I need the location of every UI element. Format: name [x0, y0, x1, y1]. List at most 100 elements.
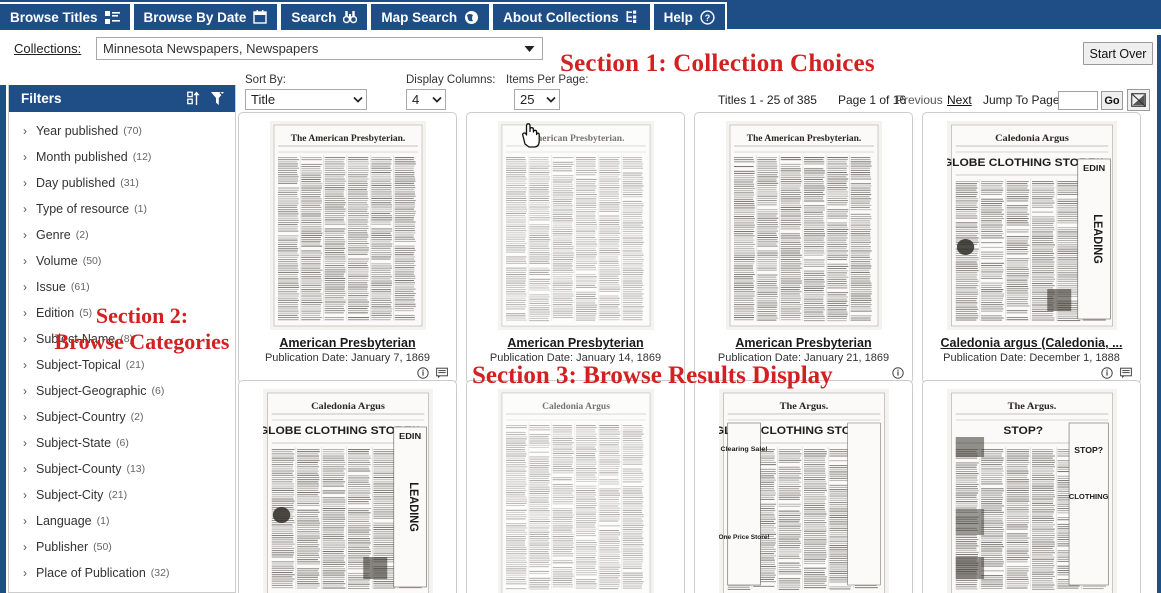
filter-label: Subject-Country — [36, 410, 126, 424]
filter-label: Year published — [36, 124, 119, 138]
svg-text:The Argus.: The Argus. — [1007, 401, 1056, 412]
chevron-right-icon: › — [23, 124, 27, 138]
next-page-link[interactable]: Next — [947, 93, 972, 107]
result-card[interactable]: Caledonia Argus GLOBE CLOTHING STORE!! EDI… — [238, 380, 457, 593]
binoculars-icon — [343, 10, 358, 24]
citation-icon[interactable] — [1120, 367, 1132, 379]
jump-to-page-label: Jump To Page: — [983, 93, 1063, 107]
jump-to-page-input[interactable] — [1058, 91, 1098, 110]
info-icon[interactable] — [1101, 367, 1113, 379]
newspaper-thumbnail[interactable]: Caledonia Argus GLOBE CLOTHING STORE!! EDI… — [262, 389, 433, 593]
result-card[interactable]: American Presbyterian. American Presbyter… — [466, 112, 685, 384]
filter-label: Volume — [36, 254, 78, 268]
filter-count: (61) — [70, 281, 90, 293]
result-card[interactable]: Caledonia Argus GLOBE CLOTHING STORE!! EDI… — [922, 112, 1141, 384]
svg-text:EDIN: EDIN — [399, 431, 421, 441]
result-title-link[interactable]: American Presbyterian — [239, 336, 456, 350]
nav-tab-help[interactable]: Help ? — [651, 2, 727, 30]
filter-count: (21) — [125, 359, 145, 371]
filter-row[interactable]: › Subject-State (6) — [9, 430, 235, 456]
chevron-right-icon: › — [23, 384, 27, 398]
display-columns-select[interactable]: 4 — [406, 89, 446, 110]
svg-text:LEADING: LEADING — [406, 482, 419, 532]
filter-label: Issue — [36, 280, 66, 294]
result-title-link[interactable]: Caledonia argus (Caledonia, ... — [923, 336, 1140, 350]
svg-text:LEADING: LEADING — [1090, 214, 1103, 264]
thumbnail-toggle-icon[interactable] — [1127, 89, 1150, 111]
collections-select[interactable]: Minnesota Newspapers, Newspapers — [96, 37, 543, 60]
nav-tab-map-search[interactable]: Map Search — [369, 2, 492, 30]
newspaper-thumbnail[interactable]: The American Presbyterian. — [725, 121, 882, 330]
filter-count: (1) — [96, 515, 110, 527]
nav-tab-browse-by-date[interactable]: Browse By Date — [131, 2, 280, 30]
nav-tab-label: Search — [291, 9, 337, 25]
filter-row[interactable]: › Month published (12) — [9, 144, 235, 170]
browse-results-grid: The American Presbyterian. American Presb… — [238, 112, 1158, 593]
result-publication-date: Publication Date: December 1, 1888 — [943, 352, 1120, 364]
filter-row[interactable]: › Volume (50) — [9, 248, 235, 274]
filter-row[interactable]: › Year published (70) — [9, 118, 235, 144]
filter-count: (13) — [126, 463, 146, 475]
svg-text:Caledonia Argus: Caledonia Argus — [995, 133, 1069, 144]
filter-row[interactable]: › Issue (61) — [9, 274, 235, 300]
result-card[interactable]: The Argus. GLOBE CLOTHING STORE!! Clearing… — [694, 380, 913, 593]
annotation-section-2: Section 2: Browse Categories — [37, 303, 247, 355]
filters-title: Filters — [21, 91, 62, 106]
nav-tab-label: Help — [663, 9, 693, 25]
svg-text:EDIN: EDIN — [1083, 163, 1105, 173]
go-button[interactable]: Go — [1101, 91, 1123, 110]
result-card[interactable]: Caledonia Argus — [466, 380, 685, 593]
nav-tab-browse-titles[interactable]: Browse Titles — [0, 2, 132, 30]
filter-row[interactable]: › Subject-County (13) — [9, 456, 235, 482]
top-navigation-bar: Browse Titles Browse By Date Search Map … — [0, 0, 1161, 32]
previous-page-link[interactable]: Previous — [896, 93, 943, 107]
chevron-right-icon: › — [23, 410, 27, 424]
result-card[interactable]: The American Presbyterian. American Presb… — [238, 112, 457, 384]
chevron-right-icon: › — [23, 228, 27, 242]
result-title-link[interactable]: American Presbyterian — [695, 336, 912, 350]
result-title-link[interactable]: American Presbyterian — [467, 336, 684, 350]
nav-tab-label: Browse Titles — [10, 9, 98, 25]
newspaper-thumbnail[interactable]: The American Presbyterian. — [269, 121, 426, 330]
filter-row[interactable]: › Day published (31) — [9, 170, 235, 196]
info-icon[interactable] — [417, 367, 429, 379]
info-icon[interactable] — [892, 367, 904, 379]
clear-filter-icon[interactable] — [210, 91, 227, 106]
filter-row[interactable]: › Language (1) — [9, 508, 235, 534]
newspaper-thumbnail[interactable]: American Presbyterian. — [497, 121, 654, 330]
newspaper-thumbnail[interactable]: Caledonia Argus GLOBE CLOTHING STORE!! EDI… — [946, 121, 1117, 330]
filter-count: (21) — [108, 489, 128, 501]
svg-text:The American Presbyterian.: The American Presbyterian. — [290, 134, 405, 144]
nav-tab-about-collections[interactable]: About Collections — [491, 2, 652, 30]
filter-row[interactable]: › Subject-City (21) — [9, 482, 235, 508]
sort-by-value: Title — [251, 92, 276, 107]
citation-icon[interactable] — [436, 367, 448, 379]
calendar-icon — [253, 10, 268, 24]
annotation-section-2-line1: Section 2: — [95, 303, 189, 328]
svg-text:Caledonia Argus: Caledonia Argus — [311, 401, 385, 412]
filter-count: (70) — [123, 125, 142, 137]
nav-tab-search[interactable]: Search — [279, 2, 370, 30]
filter-row[interactable]: › Publisher (50) — [9, 534, 235, 560]
sort-by-select[interactable]: Title — [245, 89, 367, 110]
filter-row[interactable]: › Type of resource (1) — [9, 196, 235, 222]
filter-row[interactable]: › Subject-Geographic (6) — [9, 378, 235, 404]
start-over-button[interactable]: Start Over — [1083, 42, 1153, 65]
filter-row[interactable]: › Genre (2) — [9, 222, 235, 248]
newspaper-thumbnail[interactable]: The Argus. GLOBE CLOTHING STORE!! Clearing… — [718, 389, 889, 593]
filter-label: Day published — [36, 176, 116, 190]
result-card[interactable]: The American Presbyterian. American Presb… — [694, 112, 913, 384]
sort-numeric-icon[interactable] — [187, 91, 202, 106]
filter-row[interactable]: › Subject-Topical (21) — [9, 352, 235, 378]
result-card[interactable]: The Argus. STOP? STOP? CLOTHING — [922, 380, 1141, 593]
chevron-down-icon — [518, 38, 540, 59]
chevron-down-icon — [543, 96, 559, 103]
filter-row[interactable]: › Subject-Country (2) — [9, 404, 235, 430]
newspaper-thumbnail[interactable]: The Argus. STOP? STOP? CLOTHING — [946, 389, 1117, 593]
items-per-page-select[interactable]: 25 — [514, 89, 560, 110]
filter-count: (50) — [93, 541, 112, 553]
vertical-scrollbar[interactable] — [1157, 35, 1161, 593]
filter-row[interactable]: › Place of Publication (32) — [9, 560, 235, 586]
newspaper-thumbnail[interactable]: Caledonia Argus — [497, 389, 654, 593]
display-columns-label: Display Columns: — [406, 74, 496, 86]
